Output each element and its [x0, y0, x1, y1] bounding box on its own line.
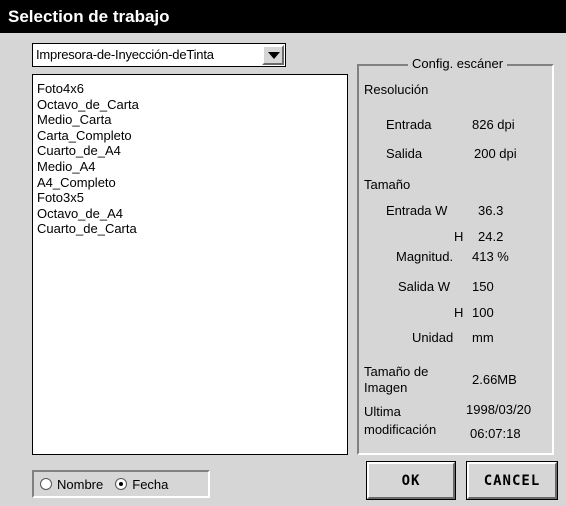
printer-select-value: Impresora-de-Inyección-deTinta — [36, 47, 214, 62]
printer-select-button[interactable] — [262, 45, 284, 65]
radio-circle-icon — [115, 478, 128, 490]
list-item[interactable]: Carta_Completo — [33, 128, 347, 144]
input-w-label: Entrada W — [386, 203, 448, 218]
input-h-label: H — [454, 229, 464, 244]
last-modified-label-line2: modificación — [364, 422, 437, 437]
scanner-config-title: Config. escáner — [408, 56, 508, 71]
cancel-button-label: CANCEL — [483, 472, 541, 489]
list-item[interactable]: Foto3x5 — [33, 190, 347, 206]
sort-by-date-radio[interactable]: Fecha — [115, 477, 168, 492]
list-item[interactable]: Cuarto_de_Carta — [33, 221, 347, 237]
list-item[interactable]: Foto4x6 — [33, 81, 347, 97]
output-resolution-value: 200 dpi — [474, 146, 517, 161]
image-size-value: 2.66MB — [472, 372, 517, 387]
magnitude-label: Magnitud. — [396, 249, 454, 264]
radio-circle-icon — [40, 478, 52, 490]
resolution-label: Resolución — [364, 82, 429, 97]
magnitude-value: 413 % — [472, 249, 509, 264]
list-item[interactable]: Medio_A4 — [33, 159, 347, 175]
output-h-label: H — [454, 305, 464, 320]
list-item[interactable]: Medio_Carta — [33, 112, 347, 128]
unit-label: Unidad — [412, 330, 454, 345]
output-w-value: 150 — [472, 279, 494, 294]
output-resolution-label: Salida — [386, 146, 423, 161]
last-modified-date: 1998/03/20 — [466, 402, 532, 417]
image-size-label-line1: Tamaño de — [364, 364, 429, 379]
list-item[interactable]: Cuarto_de_A4 — [33, 143, 347, 159]
input-h-value: 24.2 — [478, 229, 504, 244]
sort-radio-group: Nombre Fecha — [32, 470, 210, 498]
job-list[interactable]: Foto4x6 Octavo_de_Carta Medio_Carta Carta_C… — [32, 74, 348, 455]
list-item[interactable]: Octavo_de_A4 — [33, 206, 347, 222]
input-resolution-value: 826 dpi — [472, 117, 515, 132]
output-w-label: Salida W — [398, 279, 451, 294]
image-size-label-line2: Imagen — [364, 380, 408, 395]
list-item[interactable]: Octavo_de_Carta — [33, 97, 347, 113]
input-w-value: 36.3 — [478, 203, 504, 218]
printer-select[interactable]: Impresora-de-Inyección-deTinta — [32, 43, 286, 67]
ok-button[interactable]: OK — [366, 461, 456, 500]
sort-by-name-label: Nombre — [57, 476, 104, 492]
list-item[interactable]: A4_Completo — [33, 175, 347, 191]
chevron-down-icon — [268, 52, 280, 59]
last-modified-label-line1: Ultima — [364, 404, 401, 419]
ok-button-label: OK — [401, 472, 421, 489]
window-title: Selection de trabajo — [0, 0, 566, 33]
last-modified-time: 06:07:18 — [470, 426, 521, 441]
output-h-value: 100 — [472, 305, 494, 320]
unit-value: mm — [472, 330, 494, 345]
input-resolution-label: Entrada — [386, 117, 432, 132]
size-label: Tamaño — [364, 177, 411, 192]
sort-by-date-label: Fecha — [132, 476, 169, 492]
cancel-button[interactable]: CANCEL — [466, 461, 558, 500]
sort-by-name-radio[interactable]: Nombre — [40, 477, 103, 492]
